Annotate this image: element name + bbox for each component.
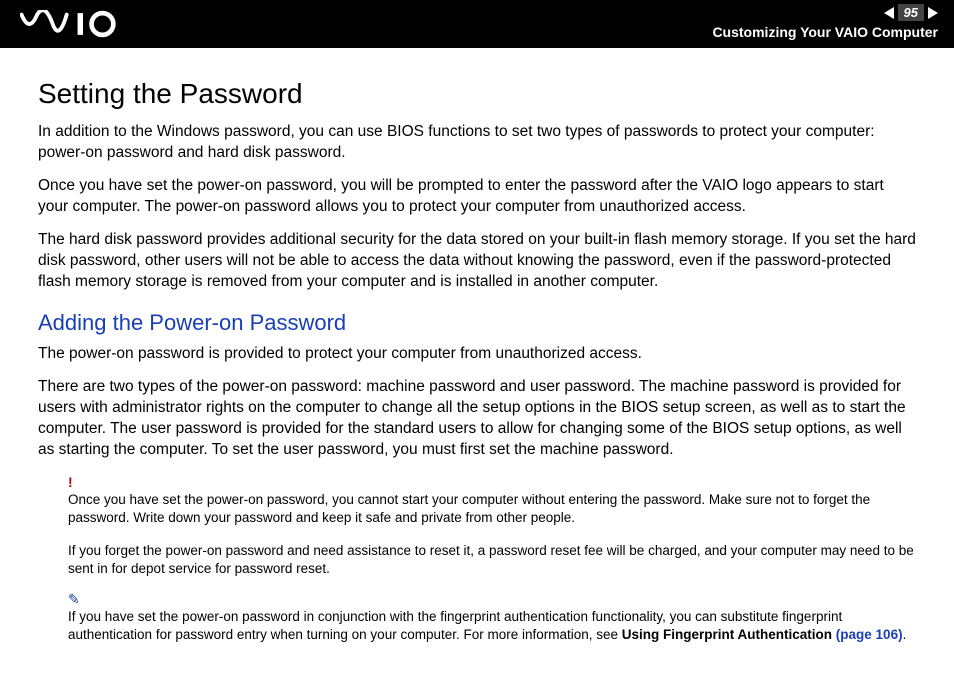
- content-area: Setting the Password In addition to the …: [0, 48, 954, 678]
- pencil-icon: ✎: [68, 592, 916, 606]
- warning-note-2: If you forget the power-on password and …: [68, 542, 916, 578]
- vaio-logo: [20, 10, 160, 38]
- info-note-bold: Using Fingerprint Authentication: [622, 627, 836, 642]
- warning-note-1: Once you have set the power-on password,…: [68, 491, 916, 527]
- header-bar: 95 Customizing Your VAIO Computer: [0, 0, 954, 48]
- intro-paragraph-2: Once you have set the power-on password,…: [38, 176, 916, 218]
- subheading: Adding the Power-on Password: [38, 310, 916, 336]
- page-number-badge: 95: [898, 4, 924, 21]
- next-page-arrow[interactable]: [928, 7, 938, 19]
- page-title: Setting the Password: [38, 78, 916, 110]
- page-nav: 95: [884, 4, 938, 21]
- info-note-suffix: .: [903, 627, 907, 642]
- sub-paragraph-1: The power-on password is provided to pro…: [38, 344, 916, 365]
- fingerprint-auth-link[interactable]: (page 106): [836, 627, 903, 642]
- info-note: If you have set the power-on password in…: [68, 608, 916, 644]
- warning-note-block: ! Once you have set the power-on passwor…: [68, 475, 916, 644]
- sub-paragraph-2: There are two types of the power-on pass…: [38, 377, 916, 461]
- warning-icon: !: [68, 475, 916, 489]
- intro-paragraph-1: In addition to the Windows password, you…: [38, 122, 916, 164]
- intro-paragraph-3: The hard disk password provides addition…: [38, 230, 916, 293]
- breadcrumb: Customizing Your VAIO Computer: [712, 24, 938, 40]
- prev-page-arrow[interactable]: [884, 7, 894, 19]
